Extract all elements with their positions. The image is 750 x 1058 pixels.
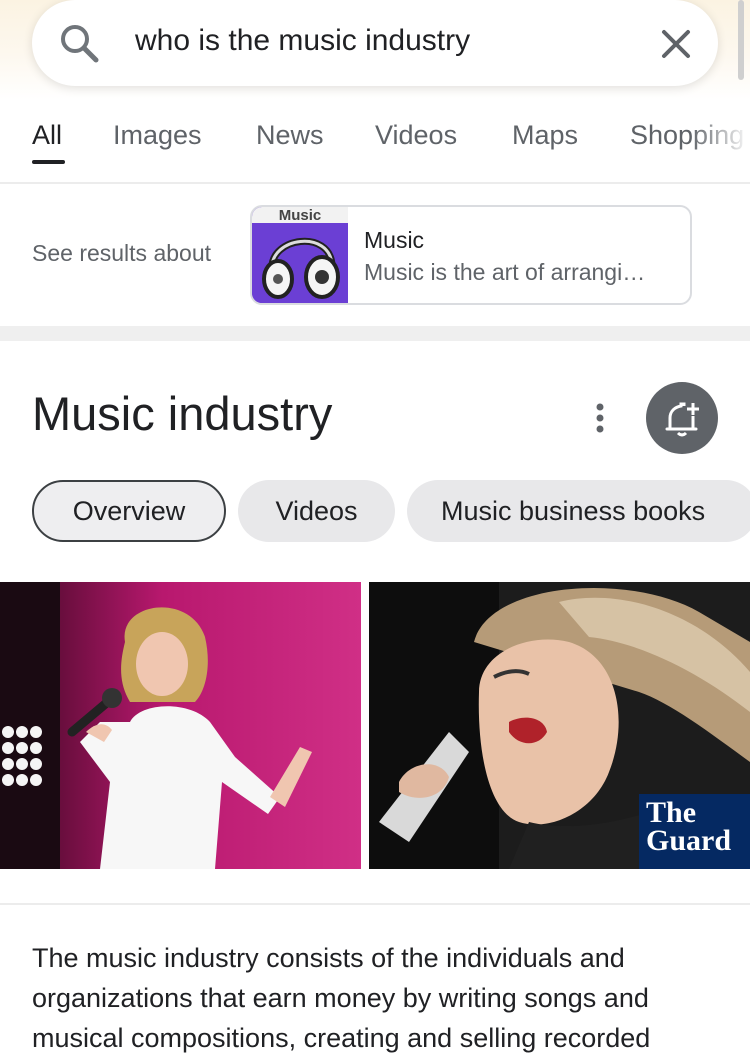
tab-maps[interactable]: Maps	[512, 120, 578, 151]
active-tab-indicator	[32, 160, 65, 164]
tab-all[interactable]: All	[32, 120, 62, 151]
scrollbar[interactable]	[738, 0, 744, 80]
tab-images[interactable]: Images	[113, 120, 202, 151]
card-title: Music	[364, 227, 425, 253]
description-text: The music industry consists of the indiv…	[32, 943, 651, 1053]
divider	[0, 182, 750, 184]
thumb-text: Music	[279, 207, 322, 224]
see-results-label: See results about	[32, 240, 212, 266]
image-result-1[interactable]	[0, 582, 361, 869]
related-entity-card[interactable]: Music Music Music is the art of arrangi…	[250, 205, 692, 305]
card-description: Music is the art of arrangi…	[364, 259, 646, 285]
search-icon[interactable]	[58, 22, 100, 64]
section-separator	[0, 326, 750, 341]
search-tabs: All Images News Videos Maps Shopping	[0, 100, 750, 180]
card-thumbnail: Music	[252, 207, 348, 303]
performer-photo-2: The Guard	[369, 582, 750, 869]
performer-photo-1	[0, 582, 361, 869]
photo-badge-guard: Guard	[646, 824, 731, 857]
follow-button[interactable]	[646, 382, 718, 454]
close-icon[interactable]	[656, 24, 696, 64]
headphones-icon: Music	[252, 207, 348, 303]
page-title: Music industry	[32, 387, 333, 440]
chip-music-business-books[interactable]: Music business books	[407, 480, 750, 542]
chip-videos[interactable]: Videos	[238, 480, 395, 542]
more-vert-icon[interactable]	[590, 402, 610, 434]
divider	[0, 903, 750, 905]
add-alert-icon	[665, 402, 699, 437]
search-input[interactable]: who is the music industry	[135, 24, 470, 58]
tabs-fade	[690, 100, 750, 180]
image-result-2[interactable]: The Guard	[369, 582, 750, 869]
chip-overview[interactable]: Overview	[32, 480, 226, 542]
tab-videos[interactable]: Videos	[375, 120, 457, 151]
tab-news[interactable]: News	[256, 120, 324, 151]
